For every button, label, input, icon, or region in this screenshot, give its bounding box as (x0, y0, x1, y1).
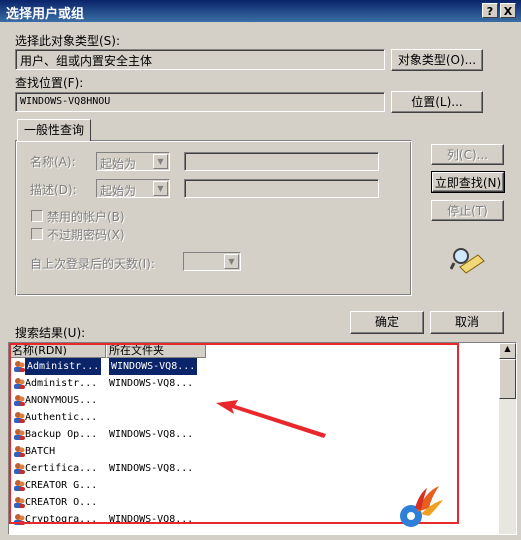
days-since-logon-select[interactable]: ▼ (183, 252, 241, 271)
location-field: WINDOWS-VQ8HNOU (15, 92, 385, 112)
object-type-field: 用户、组或内置安全主体 (15, 49, 385, 70)
description-input[interactable] (184, 179, 379, 198)
non-expiring-password-checkbox[interactable] (31, 228, 43, 240)
description-label: 描述(D): (30, 183, 77, 197)
watermark-logo-icon (400, 486, 443, 527)
description-match-select[interactable]: 起始为 ▼ (96, 179, 170, 198)
tab-general-query[interactable]: 一般性查询 (17, 119, 91, 141)
disabled-accounts-label: 禁用的帐户(B) (47, 210, 125, 224)
locations-button[interactable]: 位置(L)... (391, 91, 483, 113)
days-since-logon-label: 自上次登录后的天数(I): (30, 257, 155, 271)
columns-button[interactable]: 列(C)... (431, 144, 504, 165)
description-match-value: 起始为 (100, 184, 137, 198)
close-button[interactable]: X (500, 3, 516, 18)
results-label: 搜索结果(U): (15, 326, 86, 340)
chevron-down-icon: ▼ (153, 181, 168, 196)
object-types-button[interactable]: 对象类型(O)... (391, 49, 483, 71)
chevron-down-icon: ▼ (153, 154, 168, 169)
window-title: 选择用户或组 (6, 7, 85, 22)
name-match-value: 起始为 (100, 157, 137, 171)
location-label: 查找位置(F): (15, 76, 84, 90)
help-button[interactable]: ? (482, 3, 498, 18)
disabled-accounts-checkbox[interactable] (31, 210, 43, 222)
vertical-scrollbar[interactable]: ▲ (499, 343, 516, 534)
find-now-button[interactable]: 立即查找(N) (431, 171, 505, 193)
object-type-label: 选择此对象类型(S): (15, 34, 121, 48)
scroll-thumb[interactable] (499, 359, 516, 399)
search-magnifier-icon (450, 248, 485, 274)
name-input[interactable] (184, 152, 379, 171)
name-label: 名称(A): (30, 155, 76, 169)
ok-button[interactable]: 确定 (350, 311, 424, 334)
cancel-button[interactable]: 取消 (430, 311, 504, 334)
annotation-arrow-icon (216, 400, 326, 438)
name-match-select[interactable]: 起始为 ▼ (96, 152, 170, 171)
non-expiring-password-label: 不过期密码(X) (47, 228, 125, 242)
chevron-down-icon: ▼ (224, 254, 239, 269)
stop-button[interactable]: 停止(T) (431, 200, 504, 221)
scroll-up-button[interactable]: ▲ (499, 343, 516, 359)
